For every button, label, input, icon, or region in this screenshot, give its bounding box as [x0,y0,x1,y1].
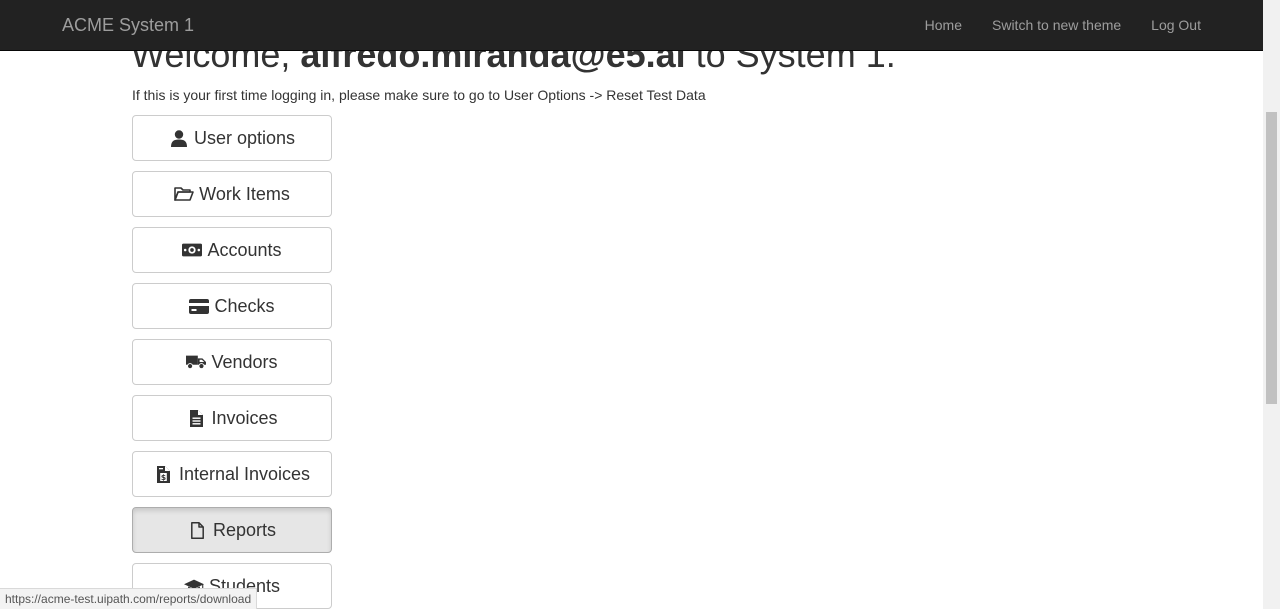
accounts-button[interactable]: Accounts [132,227,332,273]
first-login-hint: If this is your first time logging in, p… [132,87,706,103]
page-content: Welcome, alfredo.miranda@e5.ai to System… [0,0,1263,609]
internal-invoices-button[interactable]: $ Internal Invoices [132,451,332,497]
folder-open-icon [174,184,194,204]
browser-viewport: Welcome, alfredo.miranda@e5.ai to System… [0,0,1280,609]
work-items-label: Work Items [199,183,290,204]
reports-label: Reports [212,519,277,540]
reports-button[interactable]: Reports [132,507,332,553]
nav-logout-link[interactable]: Log Out [1136,0,1216,50]
work-items-button[interactable]: Work Items [132,171,332,217]
internal-invoices-label: Internal Invoices [178,463,311,484]
accounts-label: Accounts [207,239,282,260]
main-menu: User options Work Items Accounts Checks [132,115,332,609]
file-icon [188,520,208,540]
nav-home-link[interactable]: Home [910,0,977,50]
status-bar-url: https://acme-test.uipath.com/reports/dow… [0,588,258,609]
truck-icon [186,352,207,372]
nav-links: Home Switch to new theme Log Out [910,0,1216,50]
credit-card-icon [189,296,210,316]
file-invoice-dollar-icon: $ [154,464,174,484]
vendors-label: Vendors [211,351,278,372]
user-options-button[interactable]: User options [132,115,332,161]
brand-link[interactable]: ACME System 1 [62,0,194,50]
scrollbar-thumb[interactable] [1266,112,1277,404]
checks-label: Checks [214,295,275,316]
vendors-button[interactable]: Vendors [132,339,332,385]
user-icon [169,128,189,148]
money-icon [182,240,203,260]
checks-button[interactable]: Checks [132,283,332,329]
invoices-button[interactable]: Invoices [132,395,332,441]
vertical-scrollbar[interactable] [1263,0,1280,609]
top-navbar: ACME System 1 Home Switch to new theme L… [0,0,1263,51]
nav-switch-theme-link[interactable]: Switch to new theme [977,0,1136,50]
user-options-label: User options [193,127,296,148]
svg-text:$: $ [161,473,166,482]
file-text-icon [186,408,206,428]
invoices-label: Invoices [211,407,278,428]
